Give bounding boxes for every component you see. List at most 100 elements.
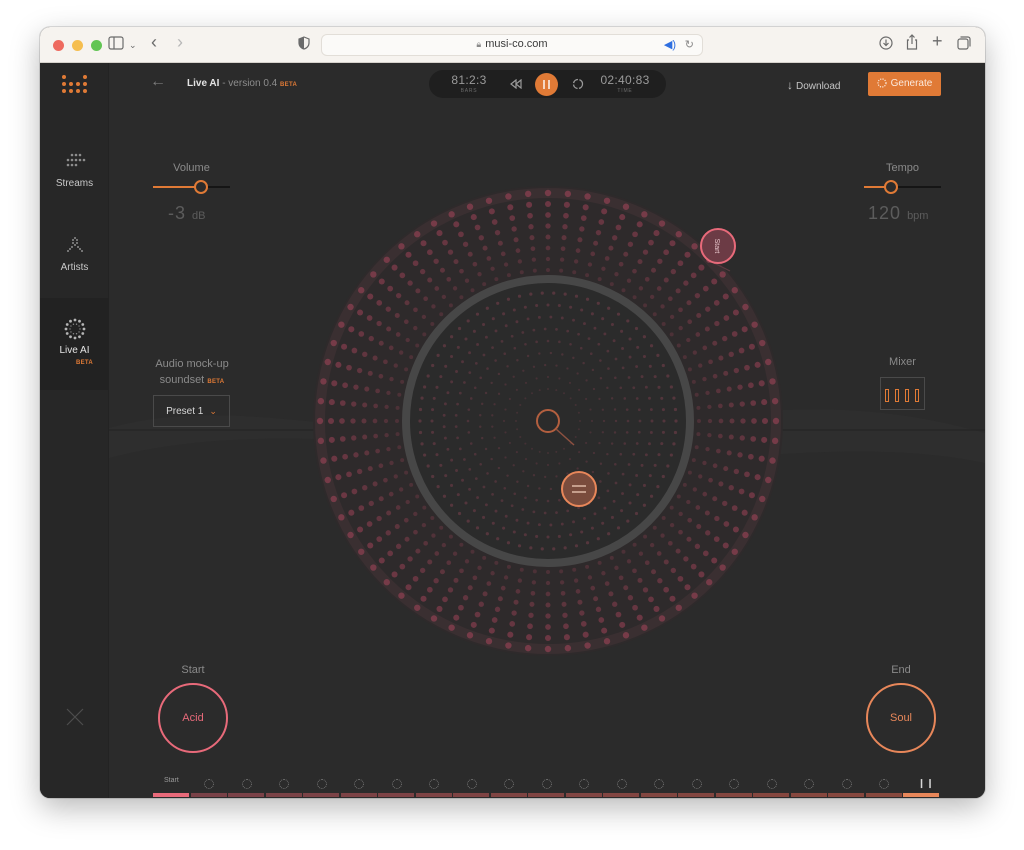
timeline-segment[interactable] — [340, 793, 377, 797]
timeline-marker-icon[interactable] — [241, 779, 252, 789]
start-genre-button[interactable]: Acid — [158, 683, 228, 753]
arrow-left-icon[interactable]: ← — [150, 73, 166, 91]
viz-dot — [479, 376, 482, 380]
timeline-segment[interactable] — [265, 793, 302, 797]
timeline-segment[interactable] — [228, 793, 264, 797]
timeline-marker-icon[interactable] — [766, 779, 777, 789]
mixer-button[interactable] — [880, 377, 925, 410]
viz-dot — [705, 530, 711, 536]
speaker-icon[interactable]: ◀︎) — [664, 38, 676, 51]
timeline-marker-icon[interactable] — [391, 779, 402, 789]
loop-icon[interactable] — [572, 78, 584, 90]
address-bar[interactable]: 🔒︎ musi-co.com ◀︎) ↻ — [321, 34, 703, 56]
sidebar-item-streams[interactable]: Streams — [40, 149, 109, 209]
tempo-slider-knob[interactable] — [883, 180, 898, 194]
viz-dot — [574, 436, 577, 438]
timeline-segment[interactable] — [603, 793, 639, 797]
viz-dot — [508, 441, 511, 445]
viz-dot — [506, 297, 511, 301]
timeline-marker-icon[interactable] — [616, 779, 627, 789]
viz-dot — [545, 591, 551, 597]
timeline-segment[interactable] — [715, 793, 752, 797]
volume-slider-knob[interactable] — [193, 180, 208, 194]
new-tab-icon[interactable]: + — [932, 32, 943, 50]
timeline-segment[interactable] — [528, 793, 564, 797]
timeline-segment[interactable] — [303, 793, 339, 797]
timeline-marker-icon[interactable] — [841, 779, 852, 789]
share-icon[interactable] — [906, 34, 918, 54]
sidebar-item-live-ai[interactable]: Live AI BETA — [40, 298, 109, 390]
viz-dot — [649, 294, 655, 300]
timeline-segment[interactable] — [903, 793, 939, 797]
end-genre-button[interactable]: Soul — [866, 683, 936, 753]
timeline-segment[interactable] — [753, 793, 789, 797]
timeline-marker-icon[interactable] — [466, 779, 477, 789]
back-icon[interactable]: ‹ — [151, 33, 157, 51]
viz-dot — [511, 610, 517, 616]
viz-dot — [469, 442, 473, 445]
timeline-marker-icon[interactable] — [541, 779, 552, 789]
viz-dot — [399, 350, 404, 355]
viz-dot — [729, 418, 735, 424]
viz-dot — [421, 314, 427, 320]
viz-dot — [467, 585, 473, 591]
timeline-segment[interactable] — [153, 793, 189, 797]
viz-dot — [335, 474, 342, 481]
viz-dot — [575, 589, 581, 594]
viz-dot — [602, 419, 606, 423]
close-window-button[interactable] — [53, 40, 64, 51]
sidebar-item-artists[interactable]: Artists — [40, 233, 109, 293]
viz-dot — [504, 383, 507, 386]
chevron-down-icon[interactable]: ⌄ — [129, 36, 137, 54]
privacy-shield-icon[interactable] — [298, 36, 310, 54]
viz-dot — [678, 307, 683, 313]
timeline-marker-icon[interactable] — [316, 779, 327, 789]
timeline-segment[interactable] — [453, 793, 489, 797]
timeline-segment[interactable] — [490, 793, 527, 797]
viz-dot — [506, 474, 509, 477]
tabs-overview-icon[interactable] — [957, 36, 971, 54]
tempo-slider[interactable] — [864, 180, 941, 194]
pause-icon[interactable]: ❙❙ — [918, 778, 935, 789]
viz-dot — [702, 550, 709, 557]
musico-logo[interactable] — [62, 75, 88, 93]
timeline-segment[interactable] — [565, 793, 602, 797]
viz-dot — [677, 260, 684, 267]
timeline-segment[interactable] — [378, 793, 414, 797]
sidebar-toggle-icon[interactable] — [108, 36, 124, 54]
viz-dot — [723, 315, 730, 321]
viz-dot — [394, 312, 400, 318]
timeline-segment[interactable] — [865, 793, 902, 797]
timeline-segment[interactable] — [790, 793, 827, 797]
viz-dot — [433, 258, 439, 264]
timeline-marker-icon[interactable] — [691, 779, 702, 789]
volume-slider[interactable] — [153, 180, 230, 194]
pause-button[interactable] — [535, 73, 558, 96]
timeline-segment[interactable] — [678, 793, 714, 797]
viz-dot — [587, 575, 593, 580]
timeline-segment[interactable] — [415, 793, 452, 797]
viz-dot — [573, 259, 579, 264]
viz-dot — [389, 460, 394, 466]
zoom-window-button[interactable] — [91, 40, 102, 51]
viz-dot — [378, 340, 384, 346]
rewind-icon[interactable] — [510, 79, 522, 89]
viz-dot — [712, 463, 718, 469]
preset-dropdown[interactable]: Preset 1 ⌄ — [153, 395, 230, 427]
generate-button[interactable]: Generate — [868, 72, 941, 96]
viz-dot — [584, 642, 591, 649]
timeline-segment[interactable] — [828, 793, 864, 797]
timeline-segment[interactable] — [190, 793, 227, 797]
timeline-segment[interactable] — [640, 793, 677, 797]
viz-dot — [601, 431, 605, 434]
forward-icon[interactable]: › — [177, 33, 183, 51]
download-button[interactable]: ↓ Download — [787, 78, 840, 92]
reload-icon[interactable]: ↻ — [685, 38, 694, 51]
download-icon[interactable] — [879, 36, 893, 54]
viz-dot — [618, 261, 624, 267]
viz-dot — [658, 615, 666, 622]
minimize-window-button[interactable] — [72, 40, 83, 51]
close-icon[interactable] — [66, 708, 84, 726]
cursor-handle[interactable] — [561, 471, 597, 507]
viz-dot — [444, 474, 448, 478]
